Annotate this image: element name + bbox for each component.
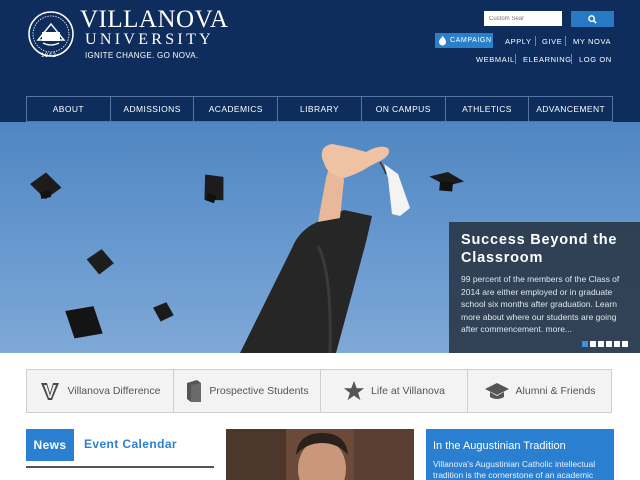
give-link[interactable]: GIVE [542,37,562,46]
nav-athletics[interactable]: ATHLETICS [444,96,529,122]
graduation-cap-4 [65,306,103,339]
graduate-hand [321,144,390,178]
slide-dot[interactable] [614,341,620,347]
main-navigation: ABOUT ADMISSIONS ACADEMICS LIBRARY ON CA… [26,96,614,122]
tradition-body: Villanova's Augustinian Catholic intelle… [433,459,596,480]
utility-divider [535,36,536,46]
graduation-cap-1 [30,172,62,200]
graduate-gown-sleeve [240,210,372,353]
seal-year: 1842 [41,53,57,59]
nav-admissions[interactable]: ADMISSIONS [109,96,194,122]
wordmark-university[interactable]: UNIVERSITY [85,31,214,49]
audience-prospective-students[interactable]: Prospective Students [173,369,321,413]
nav-about[interactable]: ABOUT [26,96,110,122]
slide-dot[interactable] [582,341,588,347]
search-button[interactable] [571,11,614,27]
flame-icon [439,35,446,46]
site-header: 1842 VILLANOVA UNIVERSITY IGNITE CHANGE.… [0,0,640,122]
nav-on-campus[interactable]: ON CAMPUS [360,96,445,122]
utility-divider [571,54,572,64]
page: 1842 VILLANOVA UNIVERSITY IGNITE CHANGE.… [0,0,640,480]
slide-dot[interactable] [622,341,628,347]
audience-label: Villanova Difference [67,385,161,397]
audience-villanova-difference[interactable]: Villanova Difference [26,369,174,413]
hero-caption-body[interactable]: 99 percent of the members of the Class o… [461,273,630,336]
slide-dot[interactable] [606,341,612,347]
v-logo-icon [41,383,60,400]
tradition-title[interactable]: In the Augustinian Tradition [433,440,607,452]
utility-divider [565,36,566,46]
graduation-cap-2 [204,174,224,204]
nav-library[interactable]: LIBRARY [277,96,361,122]
audience-alumni-friends[interactable]: Alumni & Friends [467,369,612,413]
tab-event-calendar[interactable]: Event Calendar [84,437,177,451]
search-input[interactable] [484,11,562,26]
slide-indicators [582,341,628,347]
slide-dot[interactable] [590,341,596,347]
audience-label: Prospective Students [209,385,309,397]
wordmark-villanova[interactable]: VILLANOVA [80,6,228,34]
search-icon [588,14,597,24]
tab-news[interactable]: News [26,429,74,461]
nav-academics[interactable]: ACADEMICS [193,96,278,122]
graduation-cap-5 [153,302,174,322]
campaign-link[interactable]: CAMPAIGN [435,33,493,48]
star-icon [343,380,365,401]
my-nova-link[interactable]: MY NOVA [573,37,611,46]
slide-dot[interactable] [598,341,604,347]
feature-photo[interactable] [226,429,414,480]
hero-caption-title[interactable]: Success Beyond the Classroom [461,231,630,267]
tagline: IGNITE CHANGE. GO NOVA. [85,51,199,60]
graduation-cap-icon [484,383,509,399]
audience-label: Alumni & Friends [515,385,596,397]
hero-caption-panel: Success Beyond the Classroom 99 percent … [449,222,640,353]
audience-links: Villanova Difference Prospective Student… [26,369,614,413]
book-icon [187,380,202,402]
tassel [384,164,410,216]
tassel-cord [379,161,387,175]
graduation-cap-3 [86,249,114,275]
augustinian-tradition-panel[interactable]: In the Augustinian Tradition Villanova's… [426,429,614,480]
hero-slideshow[interactable]: Success Beyond the Classroom 99 percent … [0,122,640,353]
nav-advancement[interactable]: ADVANCEMENT [528,96,614,122]
graduation-cap-6 [429,172,465,192]
utility-divider [515,54,516,64]
portrait-image [226,429,414,480]
webmail-link[interactable]: WEBMAIL [476,55,515,64]
apply-link[interactable]: APPLY [505,37,532,46]
log-on-link[interactable]: LOG ON [579,55,612,64]
elearning-link[interactable]: ELEARNING [523,55,572,64]
news-divider [26,466,214,468]
campaign-label: CAMPAIGN [450,37,492,44]
audience-life-at-villanova[interactable]: Life at Villanova [320,369,468,413]
audience-label: Life at Villanova [371,385,445,397]
